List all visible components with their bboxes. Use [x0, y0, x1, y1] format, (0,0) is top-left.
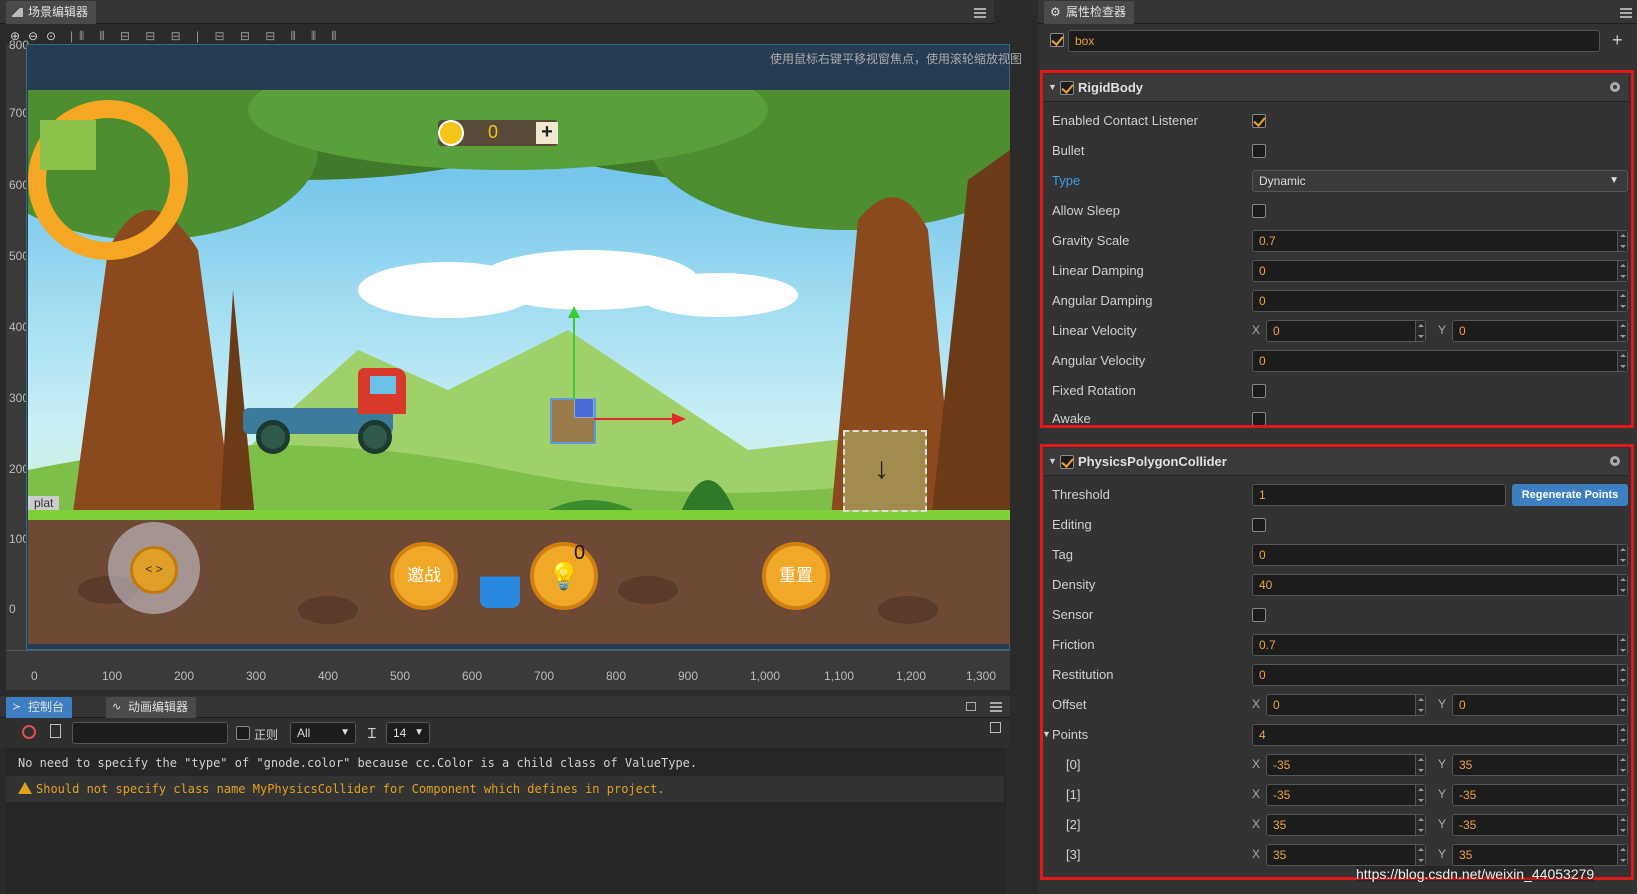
hint-lightbulb-button[interactable]: 💡	[530, 542, 598, 610]
console-log-area[interactable]: No need to specify the "type" of "gnode.…	[6, 748, 1006, 894]
truck-wheel-rear	[256, 420, 290, 454]
ruler-x-label: 300	[246, 669, 267, 683]
ruler-y-label: 0	[9, 602, 16, 616]
zoom-out-icon[interactable]: ⊖	[28, 28, 38, 44]
ruler-x-label: 500	[390, 669, 411, 683]
animation-icon: ∿	[112, 701, 122, 713]
console-header: ≻ 控制台 ∿ 动画编辑器	[0, 696, 1010, 718]
console-search-input[interactable]	[72, 722, 228, 744]
popout-icon[interactable]	[966, 702, 976, 711]
tab-console-label: 控制台	[28, 700, 65, 714]
ruler-x-label: 400	[318, 669, 339, 683]
tab-scene-editor[interactable]: 场景编辑器	[6, 1, 97, 24]
tab-console[interactable]: ≻ 控制台	[6, 697, 73, 718]
ruler-x-label: 0	[31, 669, 38, 683]
regex-checkbox[interactable]	[236, 726, 250, 740]
joystick-knob[interactable]: < >	[130, 546, 178, 594]
chevron-down-icon: ▼	[340, 727, 350, 738]
add-coin-button[interactable]: +	[536, 122, 558, 144]
inspector-menu-icon[interactable]	[1620, 8, 1632, 18]
horizontal-ruler: 0 100 200 300 400 500 600 700 800 900 1,…	[6, 650, 1010, 690]
log-file-icon[interactable]	[50, 724, 61, 738]
clear-console-icon[interactable]	[22, 725, 36, 739]
ruler-x-label: 900	[678, 669, 699, 683]
scene-icon	[12, 8, 23, 17]
node-active-checkbox[interactable]	[1050, 33, 1064, 47]
gizmo-x-arrow-icon[interactable]	[672, 413, 686, 425]
ruler-x-label: 100	[102, 669, 123, 683]
font-size-select[interactable]: 14 ▼	[386, 722, 430, 744]
challenge-button-label: 邀战	[407, 566, 441, 585]
quill-ink-icon[interactable]	[480, 538, 520, 608]
node-name-input[interactable]: box	[1068, 30, 1600, 52]
vertical-ruler: 800 700 600 500 400 300 200 100 0	[6, 38, 29, 684]
ruler-x-label: 1,100	[824, 669, 855, 683]
log-line: No need to specify the "type" of "gnode.…	[18, 756, 698, 770]
gizmo-x-axis[interactable]	[594, 418, 674, 420]
add-component-icon[interactable]: +	[1612, 30, 1623, 51]
collider-highlight-box	[1040, 444, 1634, 880]
truck-wheel-front	[358, 420, 392, 454]
chevron-down-icon: ▼	[414, 727, 424, 738]
ruler-x-label: 1,200	[896, 669, 927, 683]
console-menu-icon[interactable]	[990, 702, 1002, 712]
reset-button[interactable]: 重置	[762, 542, 830, 610]
tab-inspector[interactable]: ⚙ 属性检查器	[1044, 1, 1135, 24]
tab-scene-editor-label: 场景编辑器	[28, 5, 89, 19]
font-size-value: 14	[393, 726, 407, 740]
ruler-x-label: 800	[606, 669, 627, 683]
gear-icon: ⚙	[1050, 5, 1061, 19]
truck-window	[370, 376, 396, 394]
scene-editor-header: 场景编辑器	[0, 0, 994, 24]
zoom-reset-icon[interactable]: ⊙	[46, 28, 56, 44]
tab-animation-editor[interactable]: ∿ 动画编辑器	[106, 697, 197, 718]
terminal-icon: ≻	[12, 701, 22, 713]
gizmo-center-handle[interactable]	[574, 398, 594, 418]
rigidbody-highlight-box	[1040, 70, 1634, 428]
log-level-select[interactable]: All ▼	[290, 722, 356, 744]
inspector-header: ⚙ 属性检查器	[1038, 0, 1637, 24]
ruler-x-label: 1,000	[750, 669, 781, 683]
game-canvas[interactable]: 0 + ↓ plat < > 邀战 💡 0 重置	[28, 90, 1010, 644]
star-coin-icon	[438, 120, 464, 146]
down-arrow-icon: ↓	[874, 452, 889, 485]
plat-label: plat	[28, 496, 60, 510]
challenge-button[interactable]: 邀战	[390, 542, 458, 610]
score-value: 0	[488, 122, 499, 142]
warning-icon	[18, 782, 32, 794]
font-size-icon: Ɪ	[368, 725, 376, 741]
log-level-value: All	[297, 726, 311, 740]
scene-menu-icon[interactable]	[974, 8, 986, 18]
gizmo-y-arrow-icon[interactable]	[568, 306, 580, 318]
ruler-x-label: 200	[174, 669, 195, 683]
reset-button-label: 重置	[779, 566, 813, 585]
tab-inspector-label: 属性检查器	[1066, 5, 1127, 19]
gizmo-y-axis[interactable]	[573, 314, 575, 400]
ruler-x-label: 1,300	[966, 669, 997, 683]
align-tools[interactable]: |⫴ ⫴ ⊟ ⊟ ⊟ | ⊟ ⊟ ⊟ ⫴ ⫴ ⫴	[70, 28, 342, 44]
scene-hint-text: 使用鼠标右键平移视窗焦点，使用滚轮缩放视图	[770, 52, 1023, 66]
ruler-x-label: 700	[534, 669, 555, 683]
collapse-icon[interactable]	[990, 722, 1001, 733]
back-icon[interactable]	[40, 120, 96, 170]
regex-label: 正则	[254, 728, 279, 742]
log-line-warning: Should not specify class name MyPhysicsC…	[36, 782, 665, 796]
tab-animation-label: 动画编辑器	[128, 700, 189, 714]
node-name-value: box	[1075, 34, 1095, 48]
ruler-x-label: 600	[462, 669, 483, 683]
hint-count: 0	[574, 542, 586, 564]
watermark: https://blog.csdn.net/weixin_44053279	[1356, 866, 1595, 882]
